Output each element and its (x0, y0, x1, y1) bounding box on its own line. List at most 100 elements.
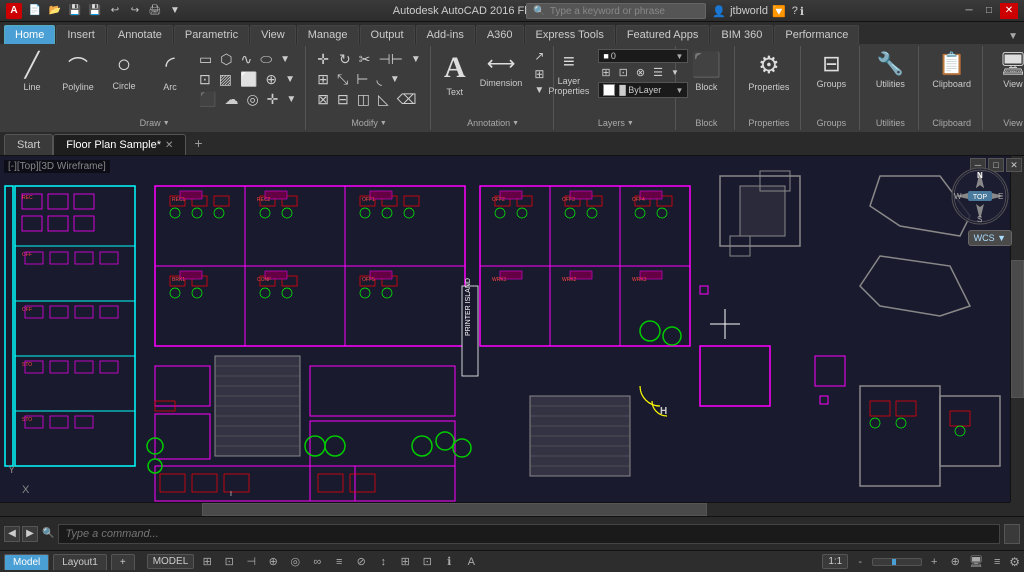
zoom-fit-btn[interactable]: ⊕ (946, 554, 964, 570)
text-tool[interactable]: A Text (439, 48, 471, 100)
nav-prev-btn[interactable]: ◀ (4, 526, 20, 542)
hatch-tool[interactable]: ⊡ (196, 70, 214, 89)
new-layout-btn[interactable]: + (111, 554, 135, 570)
qa-new[interactable]: 📄 (26, 3, 44, 19)
groups-tool[interactable]: ⊟ Groups (809, 48, 853, 92)
clipboard-tool[interactable]: 📋 Clipboard (927, 48, 976, 92)
qa-redo[interactable]: ↪ (126, 3, 144, 19)
copy-tool[interactable]: ⊞ (314, 70, 332, 89)
tab-parametric[interactable]: Parametric (174, 25, 249, 44)
gradient-tool[interactable]: ▨ (216, 70, 235, 89)
otrack-btn[interactable]: ∞ (308, 554, 326, 570)
layer-btn1[interactable]: ⊞ (598, 65, 613, 80)
command-input[interactable] (58, 524, 1000, 544)
donut-tool[interactable]: ◎ (243, 90, 261, 109)
properties-tool[interactable]: ⚙ Properties (743, 48, 794, 95)
nav-next-btn[interactable]: ▶ (22, 526, 38, 542)
model-tab[interactable]: Model (4, 554, 49, 570)
annotation-group-arrow[interactable]: ▼ (512, 120, 519, 127)
qa-open[interactable]: 📂 (46, 3, 64, 19)
username[interactable]: jtbworld (730, 5, 768, 17)
block-tool[interactable]: ⬛ Block (684, 48, 728, 95)
tab-expresstools[interactable]: Express Tools (525, 25, 615, 44)
tab-floor-plan[interactable]: Floor Plan Sample* ✕ (53, 134, 186, 155)
draw-dropdown2[interactable]: ▼ (282, 73, 298, 86)
layer-btn2[interactable]: ⊡ (616, 65, 631, 80)
circle-tool[interactable]: ○ Circle (102, 48, 146, 95)
sel-cycling-btn[interactable]: ↕ (374, 554, 392, 570)
erase-tool[interactable]: ⌫ (394, 90, 420, 109)
fillet-tool[interactable]: ◟ (373, 70, 384, 89)
transparency-btn[interactable]: ⊘ (352, 554, 370, 570)
draw-group-arrow[interactable]: ▼ (163, 120, 170, 127)
utilities-tool[interactable]: 🔧 Utilities (868, 48, 912, 92)
arc-tool[interactable]: ◜ Arc (148, 48, 192, 95)
ortho-btn[interactable]: ⊣ (242, 554, 260, 570)
modify-more2[interactable]: ▼ (387, 73, 403, 86)
layer-properties-tool[interactable]: ≡ LayerProperties (543, 48, 594, 99)
boundary-tool[interactable]: ⬜ (237, 70, 260, 89)
tab-output[interactable]: Output (360, 25, 415, 44)
tab-start[interactable]: Start (4, 134, 53, 155)
scale-tool[interactable]: ⤡ (334, 70, 351, 89)
3d-osnap-btn[interactable]: ⊞ (396, 554, 414, 570)
zoom-bar[interactable] (872, 558, 922, 566)
floor-plan-canvas[interactable]: PRINTER ISLAND (0, 156, 1024, 516)
ellipse-tool[interactable]: ⬭ (257, 50, 275, 69)
status-gear-icon[interactable]: ⚙ (1009, 555, 1020, 569)
qa-plot[interactable]: 🖨 (146, 3, 164, 19)
annotation-monitor-btn[interactable]: A (462, 554, 480, 570)
tab-bim360[interactable]: BIM 360 (710, 25, 773, 44)
array-tool[interactable]: ⊟ (334, 90, 352, 109)
snap-btn[interactable]: ⊡ (220, 554, 238, 570)
ui-config-btn[interactable]: ≡ (988, 554, 1006, 570)
tab-annotate[interactable]: Annotate (107, 25, 173, 44)
revision-tool[interactable]: ☁ (221, 90, 241, 109)
qa-saveas[interactable]: 💾 (86, 3, 104, 19)
mirror-tool[interactable]: ⊣⊢ (376, 50, 406, 69)
help-btn[interactable]: ? (792, 5, 798, 18)
dyn-input-btn[interactable]: ⊡ (418, 554, 436, 570)
qa-dropdown[interactable]: ▼ (166, 3, 184, 19)
chamfer-tool[interactable]: ◺ (375, 90, 392, 109)
tab-performance[interactable]: Performance (774, 25, 859, 44)
linetype-selector[interactable]: █ ByLayer ▼ (598, 82, 688, 98)
vertical-scrollbar[interactable] (1010, 156, 1024, 502)
stretch-tool[interactable]: ⊠ (314, 90, 332, 109)
draw-dropdown[interactable]: ▼ (277, 53, 293, 66)
qa-save[interactable]: 💾 (66, 3, 84, 19)
close-btn[interactable]: ✕ (1000, 3, 1018, 19)
tab-a360[interactable]: A360 (476, 25, 524, 44)
line-tool[interactable]: ╱ Line (10, 48, 54, 95)
qa-undo[interactable]: ↩ (106, 3, 124, 19)
dimension-tool[interactable]: ⟷ Dimension (475, 48, 528, 91)
search-bar[interactable]: 🔍 Type a keyword or phrase (526, 3, 706, 19)
vertical-scrollbar-thumb[interactable] (1011, 260, 1024, 398)
draw-dropdown3[interactable]: ▼ (283, 93, 299, 106)
polyline-tool[interactable]: ⌒ Polyline (56, 48, 100, 95)
view-tool[interactable]: 🖥 View (991, 48, 1024, 92)
horizontal-scrollbar-thumb[interactable] (202, 503, 707, 516)
horizontal-scrollbar[interactable] (0, 502, 1010, 516)
polar-btn[interactable]: ⊕ (264, 554, 282, 570)
layer-selector[interactable]: ■ 0 ▼ (598, 49, 688, 63)
rotate-tool[interactable]: ↻ (336, 50, 354, 69)
viewport-config-btn[interactable]: 🖥 (967, 554, 985, 570)
osnap-btn[interactable]: ◎ (286, 554, 304, 570)
tab-manage[interactable]: Manage (297, 25, 359, 44)
layers-group-arrow[interactable]: ▼ (627, 120, 634, 127)
viewport-label[interactable]: [-][Top][3D Wireframe] (4, 160, 110, 173)
tab-featuredapps[interactable]: Featured Apps (616, 25, 710, 44)
spline-tool[interactable]: ∿ (237, 50, 255, 69)
wcs-button[interactable]: WCS ▼ (968, 230, 1012, 246)
rectangle-tool[interactable]: ▭ (196, 50, 215, 69)
model-btn[interactable]: MODEL (147, 554, 195, 569)
tab-insert[interactable]: Insert (56, 25, 106, 44)
tab-addins[interactable]: Add-ins (416, 25, 475, 44)
modify-more[interactable]: ▼ (408, 53, 424, 66)
minimize-btn[interactable]: ─ (960, 3, 978, 19)
grid-btn[interactable]: ⊞ (198, 554, 216, 570)
wipeout-tool[interactable]: ⬛ (196, 90, 219, 109)
new-tab-button[interactable]: + (186, 131, 210, 155)
scale-btn[interactable]: 1:1 (822, 554, 848, 569)
